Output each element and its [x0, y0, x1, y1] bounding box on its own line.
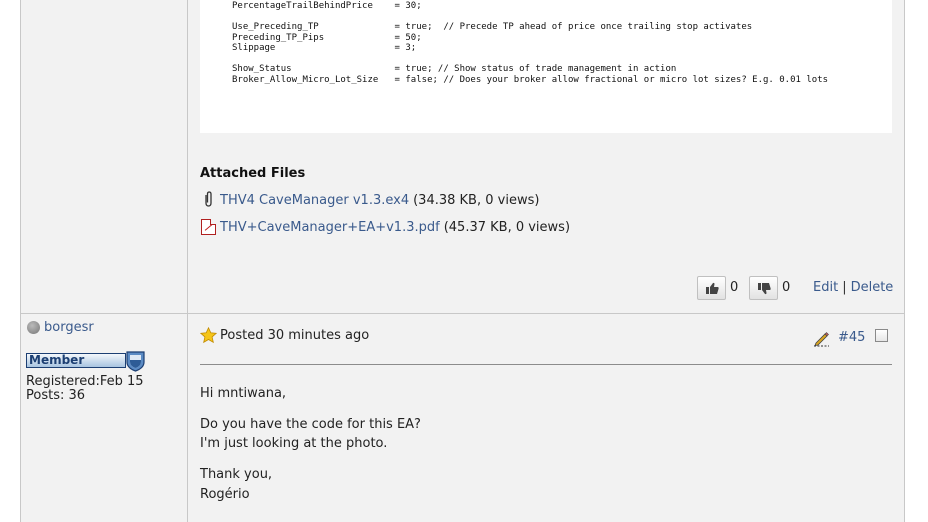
attachment-row: THV4 CaveManager v1.3.ex4 (34.38 KB, 0 v… — [200, 190, 539, 210]
attachment-meta: (45.37 KB, 0 views) — [443, 219, 571, 235]
pdf-icon — [200, 218, 218, 236]
post-header-divider — [200, 364, 892, 365]
star-icon — [200, 327, 217, 344]
thumbs-up-icon — [705, 282, 719, 294]
code-line: PercentageTrailBehindPrice = 30; — [232, 1, 422, 11]
code-line: Slippage = 3; — [232, 43, 417, 53]
user-registered: Registered:Feb 15 — [26, 374, 144, 389]
rank-badge: Member — [26, 353, 126, 368]
delete-link[interactable]: Delete — [851, 280, 894, 295]
upvote-count: 0 — [730, 280, 739, 295]
attachment-link-ex4[interactable]: THV4 CaveManager v1.3.ex4 — [220, 193, 409, 208]
rank-shield-icon — [126, 351, 145, 372]
attached-files-title: Attached Files — [200, 166, 306, 181]
post-separator — [20, 313, 905, 314]
post-number-link[interactable]: #45 — [838, 330, 865, 345]
thumbs-down-button[interactable] — [749, 276, 778, 300]
message-signature: Rogério — [200, 487, 250, 502]
edit-link[interactable]: Edit — [813, 280, 838, 295]
downvote-count: 0 — [782, 280, 791, 295]
thumbs-down-icon — [757, 282, 771, 294]
attachment-link-pdf[interactable]: THV+CaveManager+EA+v1.3.pdf — [220, 220, 440, 235]
pencil-icon[interactable] — [813, 330, 830, 347]
message-line: I'm just looking at the photo. — [200, 436, 388, 451]
paperclip-icon — [200, 191, 218, 209]
action-separator: | — [842, 280, 847, 295]
attachment-meta: (34.38 KB, 0 views) — [413, 192, 540, 208]
offline-status-icon — [27, 321, 40, 334]
user-post-count: Posts: 36 — [26, 388, 86, 403]
username-link[interactable]: borgesr — [44, 320, 94, 335]
posted-time: Posted 30 minutes ago — [220, 328, 370, 343]
attachment-row: THV+CaveManager+EA+v1.3.pdf (45.37 KB, 0… — [200, 217, 570, 237]
post-actions: Edit | Delete — [813, 280, 893, 295]
column-divider — [187, 0, 188, 522]
thumbs-up-button[interactable] — [697, 276, 726, 300]
message-line: Do you have the code for this EA? — [200, 417, 421, 432]
code-line: Use_Preceding_TP = true; // Precede TP a… — [232, 22, 753, 32]
code-line: Broker_Allow_Micro_Lot_Size = false; // … — [232, 75, 829, 85]
code-block: PercentageTrailBehindPrice = 30; Use_Pre… — [200, 0, 892, 133]
code-line: Show_Status = true; // Show status of tr… — [232, 64, 677, 74]
message-thanks: Thank you, — [200, 467, 273, 482]
message-greeting: Hi mntiwana, — [200, 386, 287, 401]
post-select-checkbox[interactable] — [875, 329, 888, 342]
